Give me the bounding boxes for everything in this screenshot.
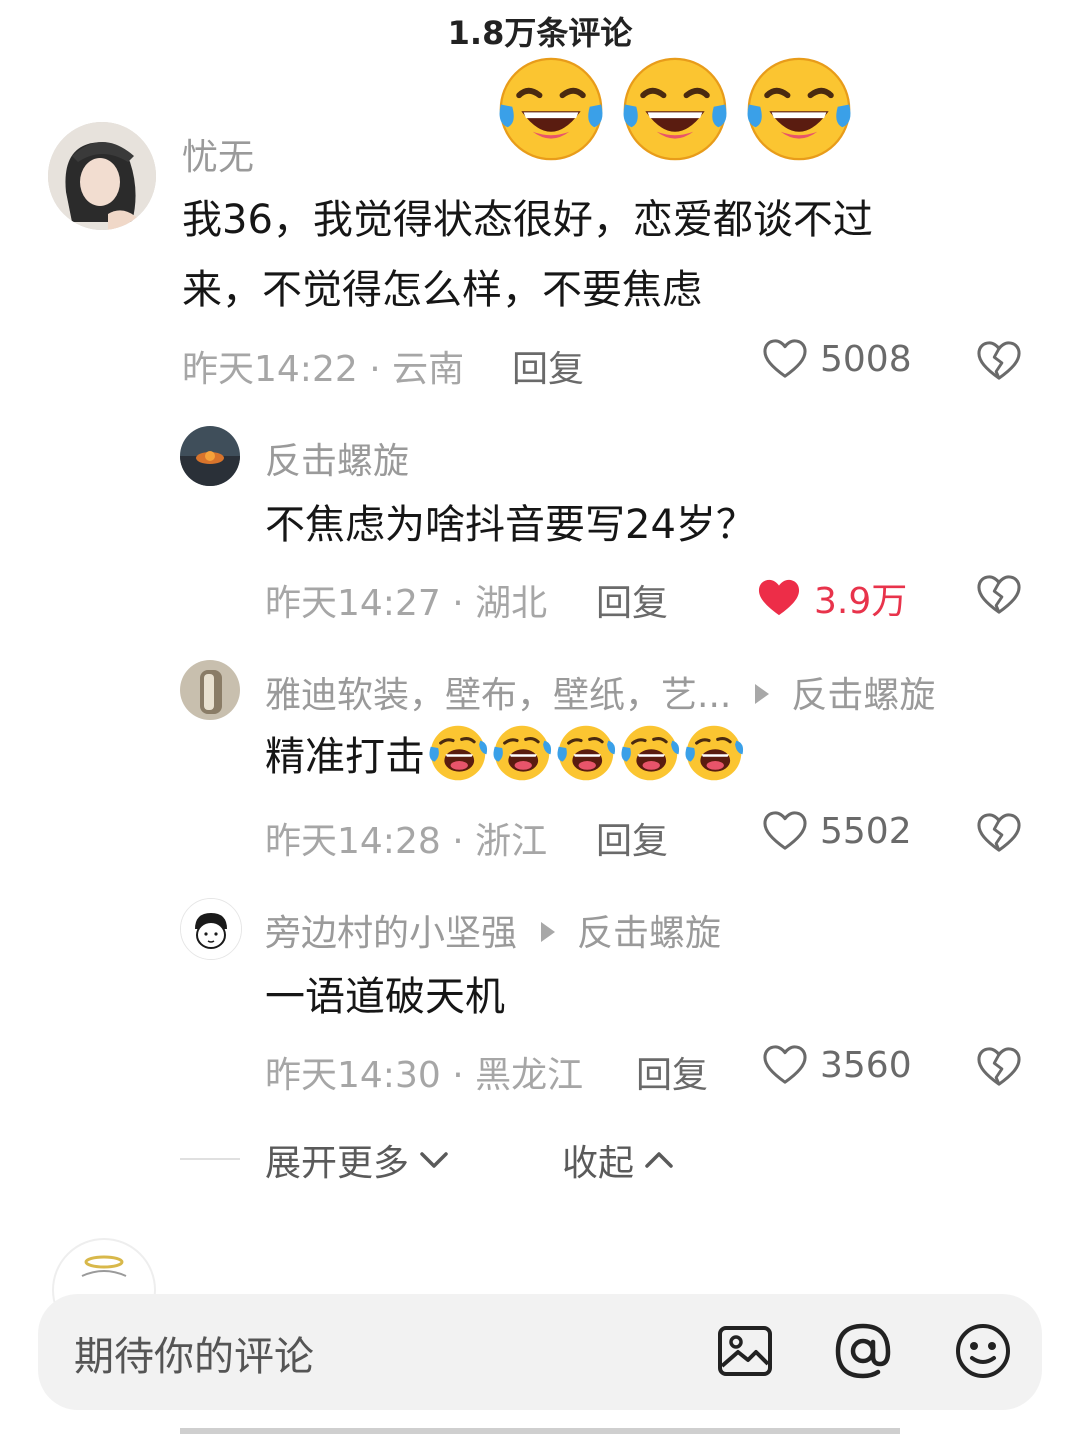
at-icon[interactable] [834,1322,892,1380]
laughing-crying-emoji-icon [742,52,856,166]
reply-target[interactable]: 反击螺旋 [791,675,935,716]
comment-text: 我36，我觉得状态很好，恋爱都谈不过 来，不觉得怎么样，不要焦虑 [182,185,1042,325]
heart-icon [756,577,802,619]
comment-text-line: 来，不觉得怎么样，不要焦虑 [182,267,702,313]
comment-username[interactable]: 反击螺旋 [265,432,409,484]
comment-meta: 昨天14:28 · 浙江 [265,821,548,862]
broken-heart-icon[interactable] [976,812,1022,854]
broken-heart-icon[interactable] [976,1046,1022,1088]
chevron-up-icon [645,1152,673,1168]
reply-arrow-icon [755,684,770,704]
chevron-down-icon [420,1152,448,1168]
like-button[interactable]: 5502 [762,810,912,852]
rofl-emoji-icon [555,722,617,784]
expand-more-label: 展开更多 [265,1143,410,1184]
like-button[interactable]: 3560 [762,1044,912,1086]
avatar[interactable] [180,898,242,960]
reply-author[interactable]: 旁边村的小坚强 [265,913,517,954]
expand-more-button[interactable]: 展开更多 [265,1134,449,1186]
broken-heart-icon[interactable] [976,340,1022,382]
collapse-label: 收起 [562,1143,635,1184]
like-count: 3560 [820,1044,912,1086]
rofl-emoji-icon [619,722,681,784]
comment-meta: 昨天14:22 · 云南 [182,349,465,390]
divider [180,1158,240,1160]
replies-toggle-row: 展开更多 收起 [0,1134,1080,1184]
avatar[interactable] [180,660,240,720]
comment-meta: 昨天14:30 · 黑龙江 [265,1055,584,1096]
broken-heart-icon[interactable] [976,574,1022,616]
comment-text: 精准打击 [265,722,745,792]
heart-icon [762,810,808,852]
laughing-crying-emoji-icon [494,52,608,166]
reply-button[interactable]: 回复 [636,1046,708,1098]
like-count: 3.9万 [814,581,908,622]
smiley-icon[interactable] [954,1322,1012,1380]
rofl-emoji-icon [491,722,553,784]
reply-target[interactable]: 反击螺旋 [577,913,721,954]
home-indicator [180,1428,900,1434]
comment-text: 不焦虑为啥抖音要写24岁？ [265,502,756,548]
reply-button[interactable]: 回复 [596,812,668,864]
comment-text-body: 精准打击 [265,734,425,780]
like-count: 5502 [820,810,912,852]
heart-icon [762,338,808,380]
laughing-crying-emoji-icon [618,52,732,166]
rofl-emoji-icon [683,722,745,784]
reply-button[interactable]: 回复 [596,574,668,626]
comment-meta: 昨天14:27 · 湖北 [265,583,548,624]
comment-username[interactable]: 雅迪软装，壁布，壁纸，艺... 反击螺旋 [265,666,935,718]
like-count: 5008 [820,338,912,380]
reply-arrow-icon [541,922,556,942]
collapse-button[interactable]: 收起 [562,1134,674,1186]
comment-username[interactable]: 忧无 [182,128,254,180]
comment-input[interactable]: 期待你的评论 [74,1324,314,1382]
emoji-row [494,52,856,166]
reply-button[interactable]: 回复 [512,340,584,392]
comment-input-bar[interactable]: 期待你的评论 [38,1294,1042,1410]
comment-text-line: 我36，我觉得状态很好，恋爱都谈不过 [182,197,873,243]
comments-count-title: 1.8万条评论 [447,14,633,52]
like-button[interactable]: 3.9万 [756,572,907,624]
comment-text: 一语道破天机 [265,974,505,1020]
heart-icon [762,1044,808,1086]
like-button[interactable]: 5008 [762,338,912,380]
rofl-emoji-icon [427,722,489,784]
reply-author[interactable]: 雅迪软装，壁布，壁纸，艺... [265,675,731,716]
comment-username[interactable]: 旁边村的小坚强 反击螺旋 [265,904,721,956]
avatar[interactable] [48,122,156,230]
avatar[interactable] [180,426,240,486]
image-icon[interactable] [716,1322,774,1380]
